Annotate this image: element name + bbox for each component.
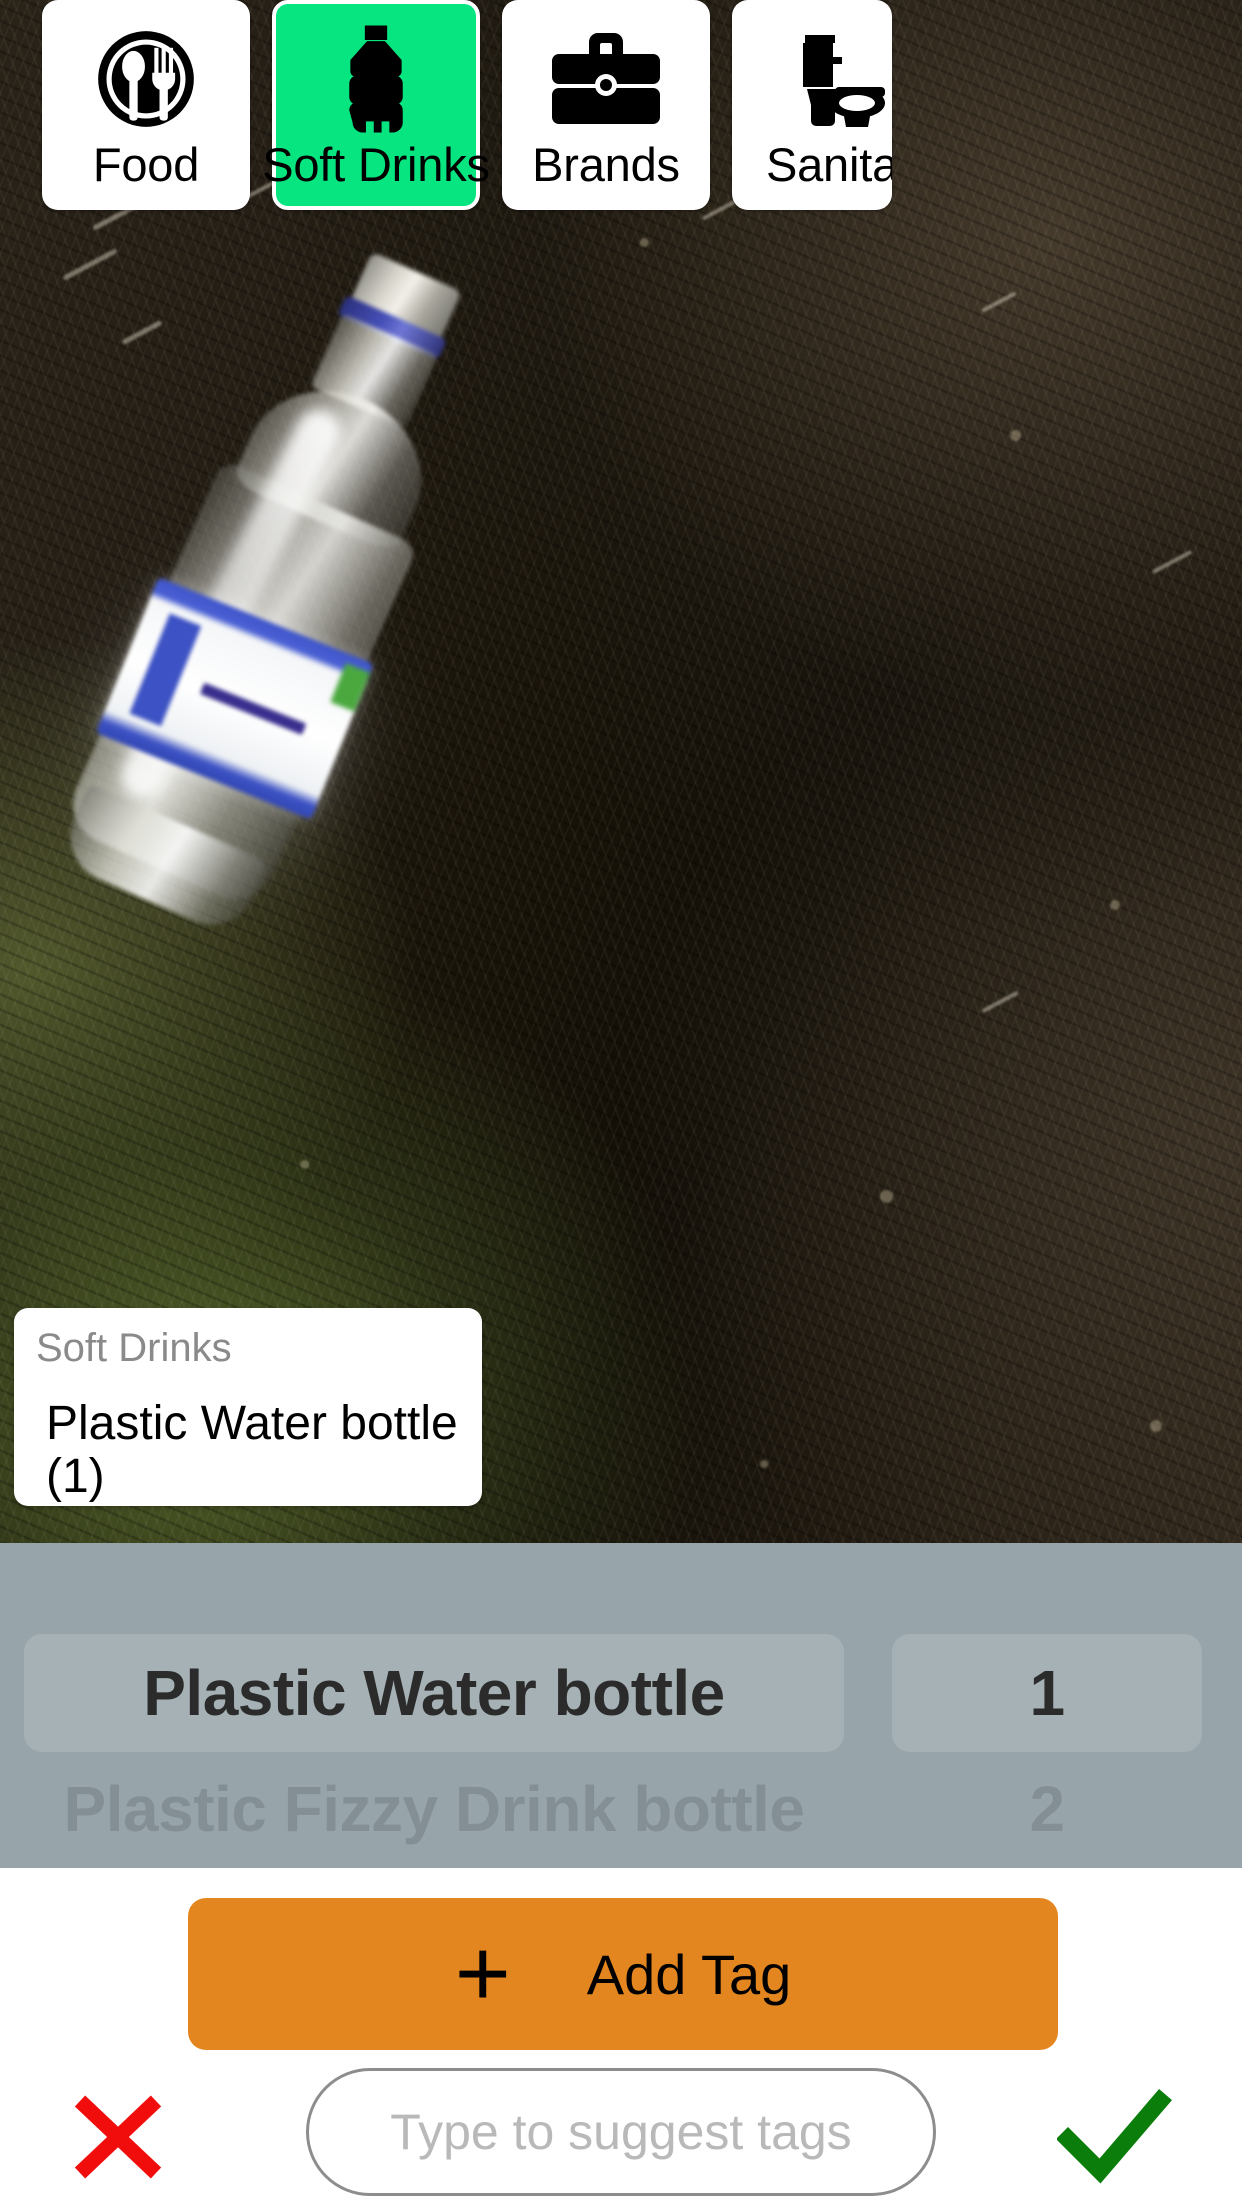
add-tag-button[interactable]: + Add Tag [188,1898,1058,2050]
plate-cutlery-icon [94,23,198,135]
category-tab-soft-drinks[interactable]: Soft Drinks [262,0,490,210]
tag-picker-name-cell[interactable]: Plastic Water bottle [24,1634,844,1752]
category-tab-food[interactable]: Food [42,0,250,210]
applied-tag-item: Plastic Water bottle (1) [46,1397,458,1503]
tag-picker-wheel[interactable]: Plastic Water bottle 1 Plastic Fizzy Dri… [0,1543,1242,1868]
tag-picker-qty-cell[interactable]: 2 [892,1750,1202,1868]
tag-picker-name: Plastic Fizzy Drink bottle [63,1773,805,1845]
category-tab-bar: Food Soft Drinks Brands Sanita [0,0,1242,210]
tag-picker-row[interactable]: Plastic Water bottle 1 [0,1634,1242,1752]
confirm-button[interactable] [1050,2082,1180,2192]
tag-picker-name-cell[interactable]: Plastic Fizzy Drink bottle [24,1750,844,1868]
cancel-button[interactable] [58,2082,178,2192]
red-x-icon [74,2095,162,2179]
plus-icon: + [454,1920,511,2028]
category-tab-sanitary[interactable]: Sanita [732,0,892,210]
tag-picker-qty: 1 [1029,1657,1065,1729]
suggest-tags-field[interactable] [306,2068,936,2196]
tag-picker-qty-cell[interactable]: 1 [892,1634,1202,1752]
category-tab-label: Food [92,137,200,191]
tag-picker-qty: 2 [1029,1773,1065,1845]
tag-picker-name: Plastic Water bottle [143,1657,725,1729]
category-tab-label: Brands [532,137,680,191]
briefcase-icon [551,23,661,135]
category-tab-brands[interactable]: Brands [502,0,710,210]
tag-picker-row[interactable]: Plastic Fizzy Drink bottle 2 [0,1750,1242,1868]
applied-tag-category: Soft Drinks [36,1326,232,1370]
soft-drink-bottle-icon [337,23,415,135]
toilet-icon [783,23,887,135]
suggest-tags-input[interactable] [327,2103,915,2161]
applied-tag-card[interactable]: Soft Drinks Plastic Water bottle (1) [14,1308,482,1506]
add-tag-label: Add Tag [586,1942,792,2006]
green-check-icon [1057,2089,1172,2184]
tagging-screen: Food Soft Drinks Brands Sanita Soft Drin… [0,0,1242,2208]
category-tab-label: Sanita [765,137,892,191]
category-tab-label: Soft Drinks [262,137,490,191]
